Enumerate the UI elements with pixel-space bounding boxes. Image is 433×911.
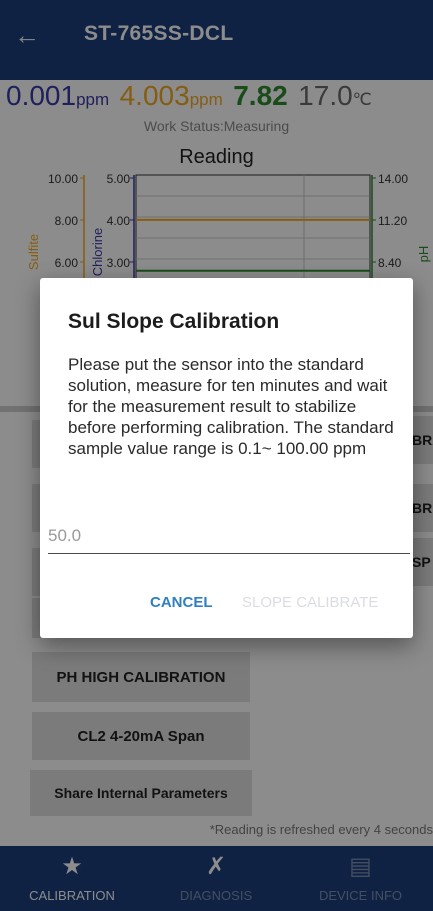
standard-value-field [48, 522, 410, 554]
dialog-title: Sul Slope Calibration [68, 310, 280, 333]
cancel-button[interactable]: CANCEL [150, 594, 213, 611]
slope-calibrate-button[interactable]: SLOPE CALIBRATE [242, 594, 378, 611]
dialog-message: Please put the sensor into the standard … [68, 355, 394, 458]
slope-calibration-dialog: Sul Slope Calibration Please put the sen… [40, 278, 413, 638]
standard-value-input[interactable] [48, 522, 410, 550]
